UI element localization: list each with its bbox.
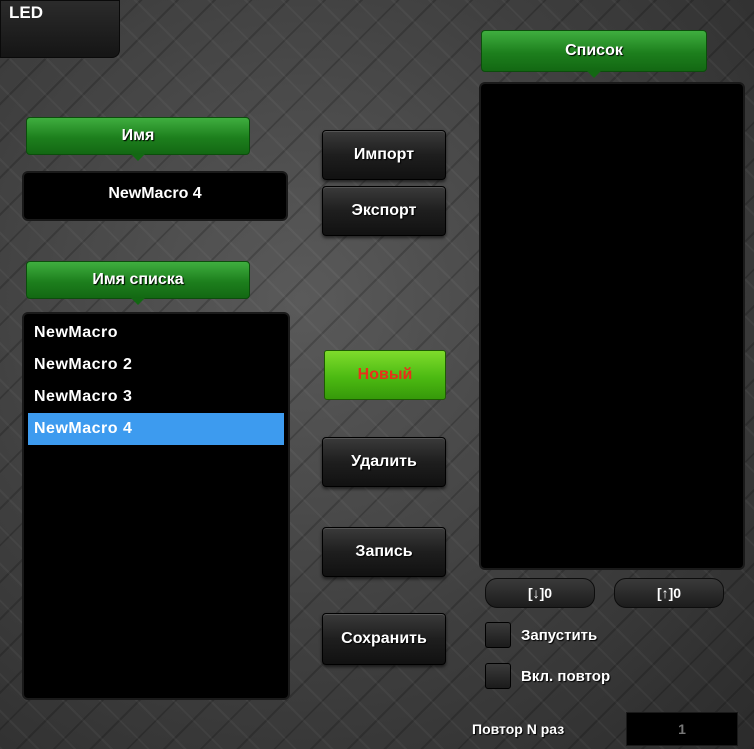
list-name-header: Имя списка [26, 261, 250, 305]
list-item[interactable]: NewMacro 2 [28, 349, 284, 381]
run-option[interactable]: Запустить [485, 621, 597, 649]
list-header-label: Список [565, 42, 623, 59]
repeat-label: Вкл. повтор [521, 667, 611, 685]
move-down-label: [↓]0 [527, 585, 553, 601]
delete-button-label: Удалить [351, 453, 417, 470]
steps-list[interactable] [479, 82, 745, 570]
move-up-label: [↑]0 [656, 585, 682, 601]
move-down-button[interactable]: [↓]0 [485, 578, 595, 608]
led-tab[interactable]: LED [0, 0, 120, 58]
led-tab-label: LED [9, 3, 43, 22]
name-header: Имя [26, 117, 250, 161]
repeat-checkbox[interactable] [485, 663, 511, 689]
repeat-option[interactable]: Вкл. повтор [485, 662, 610, 690]
move-up-button[interactable]: [↑]0 [614, 578, 724, 608]
repeat-count-input[interactable]: 1 [626, 712, 738, 746]
delete-button[interactable]: Удалить [322, 437, 446, 487]
run-checkbox[interactable] [485, 622, 511, 648]
macro-name-field[interactable]: NewMacro 4 [22, 171, 288, 221]
export-button[interactable]: Экспорт [322, 186, 446, 236]
export-button-label: Экспорт [351, 202, 417, 219]
import-button-label: Импорт [353, 146, 415, 163]
new-button-label: Новый [357, 366, 413, 383]
repeat-count-label: Повтор N раз [472, 721, 565, 737]
list-header: Список [481, 30, 707, 78]
record-button[interactable]: Запись [322, 527, 446, 577]
list-item[interactable]: NewMacro [28, 317, 284, 349]
list-item-selected[interactable]: NewMacro 4 [28, 413, 284, 445]
save-button[interactable]: Сохранить [322, 613, 446, 665]
list-name-header-label: Имя списка [92, 271, 184, 288]
run-label: Запустить [521, 626, 598, 644]
import-button[interactable]: Импорт [322, 130, 446, 180]
record-button-label: Запись [355, 543, 413, 560]
new-button[interactable]: Новый [324, 350, 446, 400]
name-header-label: Имя [121, 127, 155, 144]
macro-list[interactable]: NewMacro NewMacro 2 NewMacro 3 NewMacro … [22, 312, 290, 700]
save-button-label: Сохранить [341, 630, 427, 647]
list-item[interactable]: NewMacro 3 [28, 381, 284, 413]
macro-name-value: NewMacro 4 [108, 185, 202, 202]
